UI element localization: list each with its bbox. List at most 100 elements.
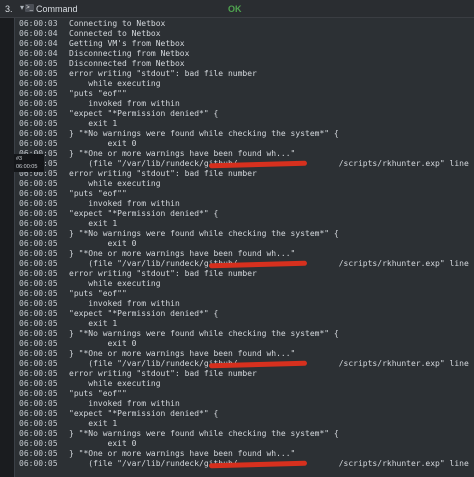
log-timestamp[interactable]: 06:00:05 — [19, 339, 58, 349]
log-message: error writing "stdout": bad file number — [69, 169, 257, 178]
log-timestamp[interactable]: 06:00:05 — [19, 439, 58, 449]
command-icon: >_ — [25, 4, 34, 12]
log-timestamp[interactable]: 06:00:05 — [19, 249, 58, 259]
log-line: 06:00:05 exit 1 — [15, 419, 474, 429]
log-timestamp[interactable]: 06:00:05 — [19, 369, 58, 379]
log-timestamp[interactable]: 06:00:05 — [19, 99, 58, 109]
log-message: "expect "*Permission denied*" { — [69, 209, 219, 218]
log-message: while executing — [69, 79, 161, 88]
log-timestamp[interactable]: 06:00:05 — [19, 209, 58, 219]
log-timestamp[interactable]: 06:00:05 — [19, 399, 58, 409]
log-timestamp[interactable]: 06:00:04 — [19, 49, 58, 59]
log-line: 06:00:05 error writing "stdout": bad file… — [15, 269, 474, 279]
log-message: while executing — [69, 179, 161, 188]
log-timestamp[interactable]: 06:00:05 — [19, 69, 58, 79]
log-timestamp[interactable]: 06:00:05 — [19, 239, 58, 249]
log-message: "puts "eof"" — [69, 89, 127, 98]
log-timestamp[interactable]: 06:00:05 — [19, 129, 58, 139]
log-line: 06:00:05} "*No warnings were found while… — [15, 129, 474, 139]
log-timestamp[interactable]: 06:00:05 — [19, 79, 58, 89]
log-timestamp[interactable]: 06:00:05 — [19, 419, 58, 429]
log-line: 06:00:05 while executing — [15, 279, 474, 289]
log-timestamp[interactable]: 06:00:05 — [19, 279, 58, 289]
log-timestamp[interactable]: 06:00:04 — [19, 39, 58, 49]
log-message: error writing "stdout": bad file number — [69, 69, 257, 78]
log-timestamp[interactable]: 06:00:05 — [19, 379, 58, 389]
log-message: invoked from within — [69, 199, 180, 208]
log-message: } "*One or more warnings have been found… — [69, 449, 296, 458]
log-timestamp[interactable]: 06:00:05 — [19, 139, 58, 149]
log-timestamp[interactable]: 06:00:05 — [19, 89, 58, 99]
log-timestamp[interactable]: 06:00:05 — [19, 109, 58, 119]
log-timestamp[interactable]: 06:00:05 — [19, 189, 58, 199]
log-timestamp[interactable]: 06:00:05 — [19, 389, 58, 399]
log-message: Disconnected from Netbox — [69, 59, 185, 68]
step-header[interactable]: 3. ▾ >_ Command OK — [0, 0, 474, 18]
log-line: 06:00:05 "expect "*Permission denied*" { — [15, 409, 474, 419]
log-message: } "*One or more warnings have been found… — [69, 249, 296, 258]
log-message: } "*One or more warnings have been found… — [69, 149, 296, 158]
log-timestamp[interactable]: 06:00:03 — [19, 19, 58, 29]
log-timestamp[interactable]: 06:00:05 — [19, 259, 58, 269]
log-line: 06:00:05 "expect "*Permission denied*" { — [15, 109, 474, 119]
log-message: "puts "eof"" — [69, 189, 127, 198]
log-line: 06:00:05 (file "/var/lib/rundeck/github/… — [15, 259, 474, 269]
log-line: 06:00:04 Disconnecting from Netbox — [15, 49, 474, 59]
log-line: 06:00:05 while executing — [15, 79, 474, 89]
log-message: exit 1 — [69, 219, 118, 228]
log-line: 06:00:05 exit 0 — [15, 439, 474, 449]
log-timestamp[interactable]: 06:00:05 — [19, 269, 58, 279]
log-timestamp[interactable]: 06:00:05 — [19, 449, 58, 459]
log-message: Disconnecting from Netbox — [69, 49, 190, 58]
log-message: while executing — [69, 379, 161, 388]
log-timestamp[interactable]: 06:00:05 — [19, 329, 58, 339]
log-line: 06:00:04 Getting VM's from Netbox — [15, 39, 474, 49]
chevron-down-icon[interactable]: ▾ — [20, 3, 24, 12]
log-line: 06:00:05 "expect "*Permission denied*" { — [15, 309, 474, 319]
log-line: 06:00:05} "*One or more warnings have be… — [15, 149, 474, 159]
log-timestamp[interactable]: 06:00:05 — [19, 309, 58, 319]
log-timestamp[interactable]: 06:00:05 — [19, 219, 58, 229]
log-message: Connecting to Netbox — [69, 19, 166, 28]
log-message: } "*One or more warnings have been found… — [69, 349, 296, 358]
log-timestamp[interactable]: 06:00:05 — [19, 459, 58, 469]
log-timestamp[interactable]: 06:00:05 — [19, 199, 58, 209]
log-timestamp[interactable]: 06:00:05 — [19, 289, 58, 299]
log-timestamp[interactable]: 06:00:05 — [19, 299, 58, 309]
log-timestamp[interactable]: 06:00:05 — [19, 229, 58, 239]
log-message: } "*No warnings were found while checkin… — [69, 229, 339, 238]
log-line: 06:00:05 invoked from within — [15, 399, 474, 409]
status-badge: OK — [228, 4, 242, 14]
log-message: "puts "eof"" — [69, 389, 127, 398]
log-line: 06:00:05 exit 0 — [15, 239, 474, 249]
log-gutter — [0, 18, 14, 477]
log-message: exit 0 — [69, 239, 137, 248]
log-timestamp[interactable]: 06:00:05 — [19, 409, 58, 419]
step-type-label: Command — [36, 4, 78, 14]
log-line: 06:00:05 (file "/var/lib/rundeck/github/… — [15, 459, 474, 469]
log-line: 06:00:05 while executing — [15, 379, 474, 389]
log-timestamp[interactable]: 06:00:05 — [19, 349, 58, 359]
log-timestamp[interactable]: 06:00:05 — [19, 429, 58, 439]
log-timestamp[interactable]: 06:00:05 — [19, 119, 58, 129]
log-line: 06:00:05 error writing "stdout": bad file… — [15, 69, 474, 79]
log-message: invoked from within — [69, 399, 180, 408]
log-message: } "*No warnings were found while checkin… — [69, 429, 339, 438]
log-line: 06:00:05 "puts "eof"" — [15, 389, 474, 399]
log-timestamp[interactable]: 06:00:05 — [19, 59, 58, 69]
log-message: "expect "*Permission denied*" { — [69, 409, 219, 418]
log-output[interactable]: 06:00:03 Connecting to Netbox 06:00:04 Conn… — [14, 18, 474, 477]
log-line: 06:00:05 exit 0 — [15, 139, 474, 149]
log-line: 06:00:05 "puts "eof"" — [15, 289, 474, 299]
log-message: exit 1 — [69, 319, 118, 328]
log-message: while executing — [69, 279, 161, 288]
log-message: exit 1 — [69, 119, 118, 128]
log-line: 06:00:05 exit 0 — [15, 339, 474, 349]
log-timestamp[interactable]: 06:00:04 — [19, 29, 58, 39]
log-line: 06:00:05 invoked from within — [15, 299, 474, 309]
log-message: error writing "stdout": bad file number — [69, 269, 257, 278]
log-timestamp[interactable]: 06:00:05 — [19, 179, 58, 189]
log-timestamp[interactable]: 06:00:05 — [19, 319, 58, 329]
log-line: 06:00:05 while executing — [15, 179, 474, 189]
log-timestamp[interactable]: 06:00:05 — [19, 359, 58, 369]
